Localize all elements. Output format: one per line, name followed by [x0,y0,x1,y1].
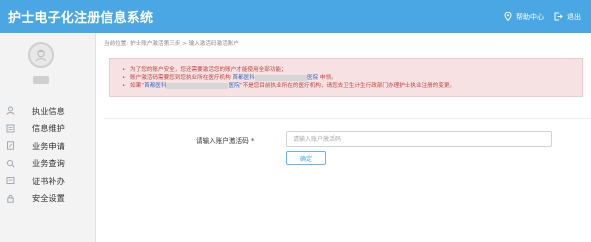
notice-text: 申领。 [319,75,337,81]
sidebar-item-security-settings[interactable]: 安全设置 [0,190,95,208]
help-center-button[interactable]: 帮助中心 [504,12,544,22]
institution-name-end: 医院 [228,83,240,89]
help-center-label: 帮助中心 [516,12,544,21]
app-title: 护士电子化注册信息系统 [8,11,154,26]
user-card-icon [6,106,26,115]
activation-code-label: 请输入账户激活码 * [196,137,255,145]
nurse-avatar-icon [36,49,46,62]
institution-name-start: 首都医科 [232,75,255,81]
activation-code-row: 请输入账户激活码 * [96,131,591,147]
form-icon [6,141,26,150]
sidebar-item-info-maintenance[interactable]: 信息维护 [0,120,95,138]
notice-text: 如果“ [130,83,145,89]
sidebar-item-label: 信息维护 [32,123,65,134]
institution-name-redacted [166,82,229,89]
logout-icon [554,12,563,21]
sidebar-item-label: 业务申请 [32,140,65,151]
search-doc-icon [6,159,26,168]
sidebar-item-certificate-reissue[interactable]: 证书补办 [0,172,95,190]
institution-link[interactable]: 首都医科 医院 [232,74,319,81]
section-divider [104,118,591,119]
sidebar-item-label: 安全设置 [32,193,65,204]
header-actions: 帮助中心 退出 [504,0,581,33]
confirm-button[interactable]: 确定 [286,151,326,165]
avatar [28,42,54,68]
notice-text: 为了您的账户安全，您还需要激活您的账户才能使用全部功能； [130,67,287,73]
activation-notice: 为了您的账户安全，您还需要激活您的账户才能使用全部功能； 账户激活码需要您到您执… [109,58,583,97]
notice-line-change-instructions: 如果“首都医科 医院”不是您目前执业所在的医疗机构，请您去卫生计生行政部门办理护士… [110,82,582,90]
sidebar-item-practice-info[interactable]: 执业信息 [0,102,95,120]
logout-button[interactable]: 退出 [554,12,581,22]
certificate-icon [6,176,26,185]
sidebar-item-label: 业务查询 [32,158,65,169]
notice-line-code-source: 账户激活码需要您到您执业所在医疗机构 首都医科 医院 申领。 [110,74,582,82]
sidebar: 执业信息 信息维护 业务申请 业务查询 证书补办 安全设置 [0,33,96,242]
app-root: 护士电子化注册信息系统 帮助中心 退出 执业信息 信息维护 业务申请 业务查询 … [0,0,591,242]
sidebar-item-business-apply[interactable]: 业务申请 [0,137,95,155]
notice-text: 账户激活码需要您到您执业所在医疗机构 [130,75,231,81]
activation-code-input[interactable] [286,131,552,147]
edit-doc-icon [6,124,26,133]
notice-text: ”不是您目前执业所在的医疗机构，请您去卫生计生行政部门办理护士执业注册的变更。 [239,83,456,89]
main-content: 当前位置: 护士账户激活第三步 > 输入激活码激活账户 为了您的账户安全，您还需… [96,33,591,242]
top-header: 护士电子化注册信息系统 帮助中心 退出 [0,0,591,33]
sidebar-nav: 执业信息 信息维护 业务申请 业务查询 证书补办 安全设置 [0,102,95,207]
notice-line-security: 为了您的账户安全，您还需要激活您的账户才能使用全部功能； [110,66,582,74]
logout-label: 退出 [567,12,581,21]
institution-name-end: 医院 [306,75,319,81]
institution-name-redacted [254,74,307,81]
breadcrumb: 当前位置: 护士账户激活第三步 > 输入激活码激活账户 [104,41,239,47]
lock-icon [6,194,26,203]
sidebar-item-business-query[interactable]: 业务查询 [0,155,95,173]
sidebar-item-label: 执业信息 [32,105,65,116]
profile-panel [0,33,95,102]
sidebar-item-label: 证书补办 [32,175,65,186]
institution-link[interactable]: 首都医科 医院 [144,82,240,89]
location-pin-icon [504,12,512,21]
institution-name-start: 首都医科 [144,83,167,89]
username-redacted [33,76,49,84]
